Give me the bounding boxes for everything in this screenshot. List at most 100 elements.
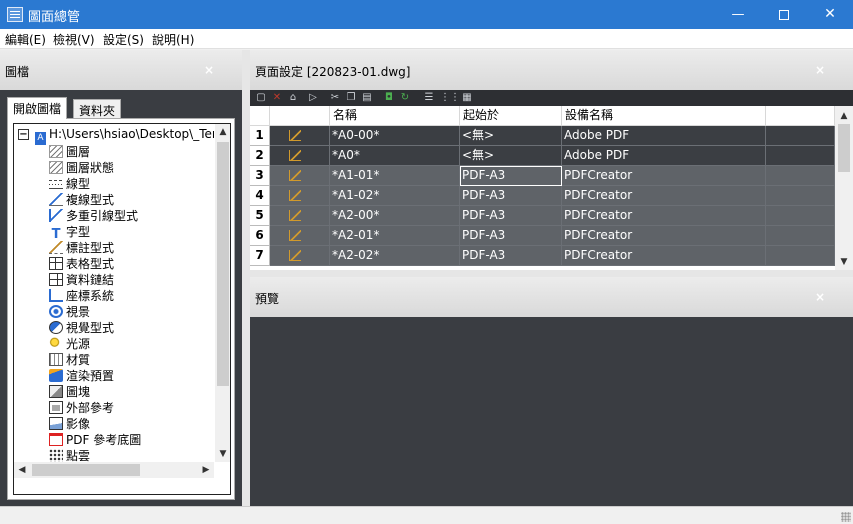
tree-item-mline-styles[interactable]: 複線型式 — [49, 191, 114, 207]
resize-grip-icon[interactable] — [841, 512, 851, 522]
import-icon[interactable]: ▷ — [306, 91, 320, 105]
list-view-icon[interactable]: ⋮⋮ — [440, 91, 460, 105]
column-header-name[interactable]: 名稱 — [330, 106, 460, 126]
tree-item-pdf-underlays[interactable]: PDF 參考底圖 — [49, 431, 141, 447]
ucs-icon — [49, 289, 63, 302]
tree-scroll-thumb[interactable] — [217, 142, 229, 386]
cell-origin[interactable]: PDF-A3 — [460, 246, 562, 266]
scroll-down-icon[interactable]: ▼ — [835, 254, 853, 270]
tree-vertical-scrollbar[interactable]: ▲ ▼ — [215, 124, 230, 462]
tree-item-layers[interactable]: 圖層 — [49, 143, 90, 159]
tree-item-mleader-styles[interactable]: 多重引線型式 — [49, 207, 138, 223]
paste-icon[interactable]: ▤ — [360, 91, 374, 105]
cell-device[interactable]: PDFCreator — [562, 166, 766, 186]
tree-item-blocks[interactable]: 圖塊 — [49, 383, 90, 399]
tab-folders[interactable]: 資料夾 — [73, 99, 122, 119]
row-number: 5 — [250, 206, 270, 226]
menu-edit[interactable]: 編輯(E) — [5, 31, 46, 48]
tree-item-point-clouds[interactable]: 點雲 — [49, 447, 90, 462]
tree-item-materials[interactable]: 材質 — [49, 351, 90, 367]
row-icon-cell — [270, 246, 330, 266]
cell-origin[interactable]: <無> — [460, 126, 562, 146]
tree-item-lights[interactable]: 光源 — [49, 335, 90, 351]
column-header-device[interactable]: 設備名稱 — [562, 106, 766, 126]
tab-open-drawings[interactable]: 開啟圖檔 — [7, 97, 68, 119]
tree-item-visual-styles[interactable]: 視覺型式 — [49, 319, 114, 335]
preview-panel-close-button[interactable]: × — [815, 290, 825, 304]
grid-vertical-scrollbar[interactable]: ▲ ▼ — [835, 106, 853, 270]
maximize-button[interactable] — [761, 0, 807, 29]
cell-origin[interactable]: PDF-A3 — [460, 226, 562, 246]
column-header-origin[interactable]: 起始於 — [460, 106, 562, 126]
cell-device[interactable]: Adobe PDF — [562, 126, 766, 146]
table-row[interactable]: 2 *A0* <無> Adobe PDF — [250, 146, 835, 166]
cell-name[interactable]: *A1-01* — [330, 166, 460, 186]
tree-item-ucs[interactable]: 座標系統 — [49, 287, 114, 303]
drawing-tree: − A H:\Users\hsiao\Desktop\_Tem 圖層 圖層狀態 線… — [13, 123, 231, 495]
tree-item-layer-states[interactable]: 圖層狀態 — [49, 159, 114, 175]
horizontal-splitter[interactable] — [250, 270, 853, 277]
cell-origin[interactable]: PDF-A3 — [460, 186, 562, 206]
scroll-up-icon[interactable]: ▲ — [215, 124, 230, 140]
cell-name[interactable]: *A2-02* — [330, 246, 460, 266]
table-row[interactable]: 5 *A2-00* PDF-A3 PDFCreator — [250, 206, 835, 226]
table-row[interactable]: 6 *A2-01* PDF-A3 PDFCreator — [250, 226, 835, 246]
cell-device[interactable]: PDFCreator — [562, 206, 766, 226]
menu-view[interactable]: 檢視(V) — [53, 31, 95, 48]
tree-hscroll-thumb[interactable] — [32, 464, 140, 476]
cell-device[interactable]: PDFCreator — [562, 246, 766, 266]
tree-item-render-presets[interactable]: 渲染預置 — [49, 367, 114, 383]
tree-item-text-styles[interactable]: T 字型 — [49, 223, 90, 241]
page-setup-panel-close-button[interactable]: × — [815, 63, 825, 77]
tree-view-icon[interactable]: ▦ — [460, 91, 474, 105]
cut-icon[interactable]: ✂ — [328, 91, 342, 105]
menu-help[interactable]: 說明(H) — [152, 31, 194, 48]
scroll-right-icon[interactable]: ▶ — [198, 462, 214, 478]
copy-icon[interactable]: ❐ — [344, 91, 358, 105]
new-page-setup-icon[interactable]: ▢ — [254, 91, 268, 105]
clean-icon[interactable]: ⌂ — [286, 91, 300, 105]
apply-icon[interactable]: ◘ — [382, 91, 396, 105]
tree-item-views[interactable]: 視景 — [49, 303, 90, 319]
cell-device[interactable]: PDFCreator — [562, 226, 766, 246]
cell-name[interactable]: *A0-00* — [330, 126, 460, 146]
cell-device[interactable]: Adobe PDF — [562, 146, 766, 166]
grid-scroll-thumb[interactable] — [838, 124, 850, 172]
cell-device[interactable]: PDFCreator — [562, 186, 766, 206]
vertical-splitter[interactable] — [242, 50, 250, 506]
scroll-left-icon[interactable]: ◀ — [14, 462, 30, 478]
cell-name[interactable]: *A2-00* — [330, 206, 460, 226]
table-row[interactable]: 7 *A2-02* PDF-A3 PDFCreator — [250, 246, 835, 266]
scroll-down-icon[interactable]: ▼ — [215, 446, 230, 462]
details-view-icon[interactable]: ☰ — [422, 91, 436, 105]
cell-name[interactable]: *A0* — [330, 146, 460, 166]
delete-icon[interactable]: ✕ — [270, 91, 284, 105]
cell-origin[interactable]: PDF-A3 — [460, 206, 562, 226]
drawings-panel-close-button[interactable]: × — [204, 63, 214, 77]
scroll-up-icon[interactable]: ▲ — [835, 108, 853, 124]
tree-item-label: 複線型式 — [66, 193, 115, 207]
menu-settings[interactable]: 設定(S) — [103, 31, 144, 48]
collapse-toggle[interactable]: − — [18, 129, 29, 140]
tree-item-linetypes[interactable]: 線型 — [49, 175, 90, 191]
tree-root-drawing[interactable]: A H:\Users\hsiao\Desktop\_Tem — [35, 127, 214, 145]
cell-origin[interactable]: <無> — [460, 146, 562, 166]
tree-item-xrefs[interactable]: 外部參考 — [49, 399, 114, 415]
close-window-button[interactable]: ✕ — [807, 0, 853, 29]
table-row[interactable]: 1 *A0-00* <無> Adobe PDF — [250, 126, 835, 146]
tree-item-data-links[interactable]: 資料鏈結 — [49, 271, 114, 287]
refresh-icon[interactable]: ↻ — [398, 91, 412, 105]
page-setup-icon — [289, 250, 301, 261]
minimize-button[interactable]: — — [715, 0, 761, 29]
table-row[interactable]: 3 *A1-01* PDF-A3 PDFCreator — [250, 166, 835, 186]
tree-item-dim-styles[interactable]: 標註型式 — [49, 239, 114, 255]
cell-name[interactable]: *A2-01* — [330, 226, 460, 246]
row-number: 1 — [250, 126, 270, 146]
tree-item-table-styles[interactable]: 表格型式 — [49, 255, 114, 271]
tree-item-images[interactable]: 影像 — [49, 415, 90, 431]
page-setup-icon — [289, 210, 301, 221]
cell-name[interactable]: *A1-02* — [330, 186, 460, 206]
table-row[interactable]: 4 *A1-02* PDF-A3 PDFCreator — [250, 186, 835, 206]
tree-horizontal-scrollbar[interactable]: ◀ ▶ — [14, 462, 214, 478]
cell-origin-focused[interactable]: PDF-A3 — [460, 166, 562, 186]
